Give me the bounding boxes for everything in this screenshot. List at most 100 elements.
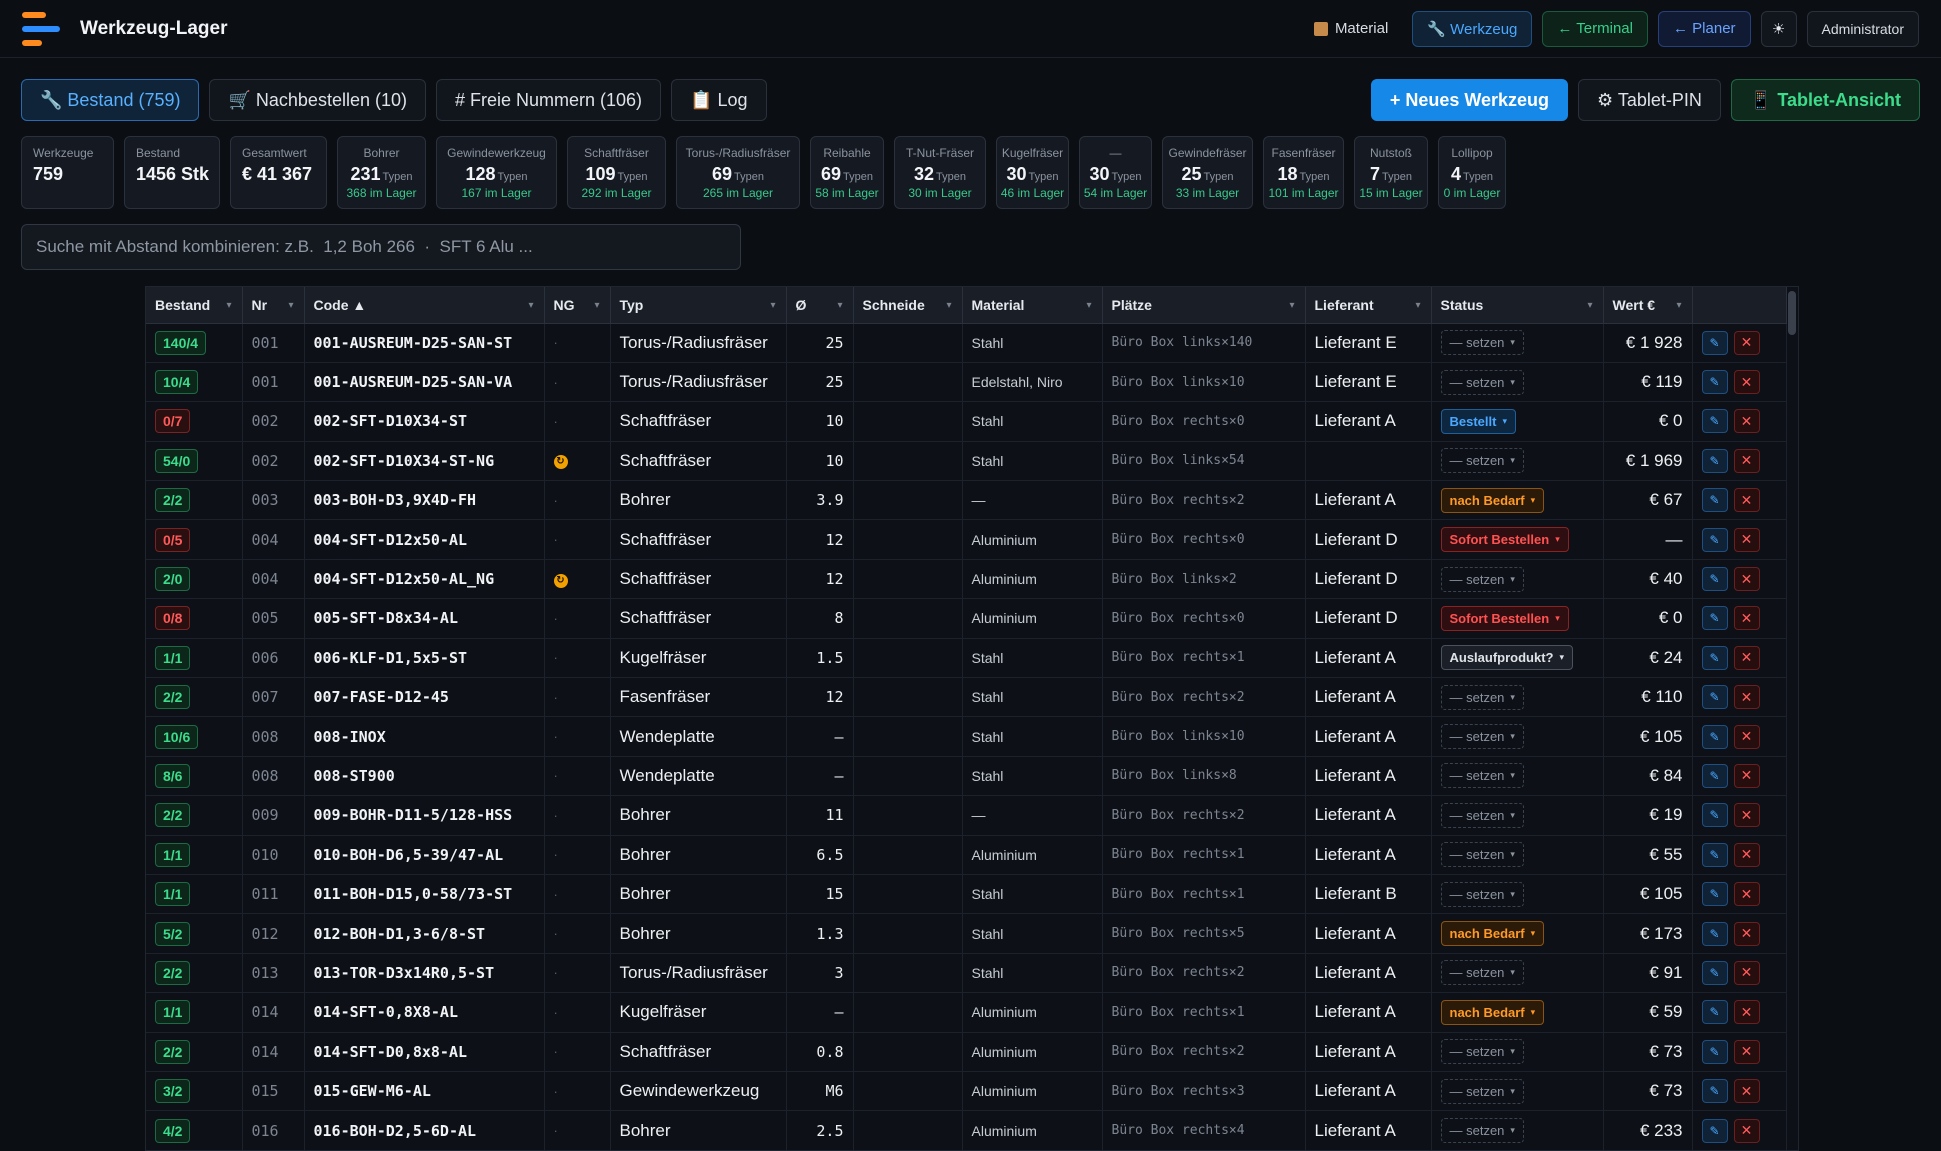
status-dropdown[interactable]: — setzen ▾ — [1440, 448, 1524, 474]
table-row[interactable]: 8/6 008 008-ST900 · Wendeplatte – Stahl Büro Bo… — [146, 756, 1787, 797]
stat-card[interactable]: Gewindefräser 25 Typen 33 im Lager — [1162, 136, 1253, 209]
table-row[interactable]: 1/1 011 011-BOH-D15,0-58/73-ST · Bohrer 15 Sta… — [146, 874, 1787, 915]
stat-card[interactable]: Torus-/Radiusfräser 69 Typen 265 im Lager — [676, 136, 800, 209]
stock-badge[interactable]: 3/2 — [155, 1079, 191, 1104]
status-dropdown[interactable]: Sofort Bestellen ▾ — [1440, 605, 1569, 631]
stock-badge[interactable]: 10/6 — [155, 724, 199, 749]
column-header[interactable]: Bestand ▾ — [146, 287, 243, 324]
status-dropdown[interactable]: — setzen ▾ — [1440, 1039, 1524, 1065]
column-header[interactable]: Schneide ▾ — [853, 287, 963, 324]
table-row[interactable]: 1/1 010 010-BOH-D6,5-39/47-AL · Bohrer 6.5 Alu… — [146, 835, 1787, 875]
table-row[interactable]: 2/2 014 014-SFT-D0,8x8-AL · Schaftfräser 0.8 A… — [146, 1032, 1787, 1072]
delete-button[interactable]: ✕ — [1733, 1039, 1760, 1064]
status-dropdown[interactable]: nach Bedarf ▾ — [1440, 999, 1545, 1025]
stock-badge[interactable]: 2/2 — [155, 685, 191, 710]
table-scrollbar[interactable] — [1788, 291, 1796, 335]
edit-button[interactable]: ✎ — [1701, 527, 1728, 552]
delete-button[interactable]: ✕ — [1733, 921, 1760, 946]
stock-badge[interactable]: 0/8 — [155, 606, 191, 631]
status-dropdown[interactable]: — setzen ▾ — [1440, 881, 1524, 907]
delete-button[interactable]: ✕ — [1733, 1000, 1760, 1025]
table-row[interactable]: 3/2 015 015-GEW-M6-AL · Gewindewerkzeug M6 Alu… — [146, 1071, 1787, 1112]
tab-nachbestellen[interactable]: 🛒 Nachbestellen (10) — [209, 79, 426, 121]
column-header[interactable] — [1692, 287, 1787, 324]
delete-button[interactable]: ✕ — [1733, 448, 1760, 473]
stock-badge[interactable]: 5/2 — [155, 921, 191, 946]
nav-planer-button[interactable]: ← Planer — [1658, 10, 1751, 47]
column-header[interactable]: Typ ▾ — [610, 287, 787, 324]
search-input[interactable] — [21, 224, 741, 270]
edit-button[interactable]: ✎ — [1701, 763, 1728, 788]
stat-card[interactable]: Nutstoß 7 Typen 15 im Lager — [1354, 136, 1428, 209]
edit-button[interactable]: ✎ — [1701, 1118, 1728, 1143]
table-row[interactable]: 2/2 013 013-TOR-D3x14R0,5-ST · Torus-/Radius… — [146, 953, 1787, 994]
status-dropdown[interactable]: — setzen ▾ — [1440, 724, 1524, 750]
table-row[interactable]: 5/2 012 012-BOH-D1,3-6/8-ST · Bohrer 1.3 Stahl… — [146, 913, 1787, 954]
column-header[interactable]: Material ▾ — [962, 287, 1103, 324]
column-header[interactable]: Ø ▾ — [786, 287, 854, 324]
edit-button[interactable]: ✎ — [1701, 1079, 1728, 1104]
stock-badge[interactable]: 0/5 — [155, 527, 191, 552]
user-menu-button[interactable]: Administrator — [1806, 10, 1919, 47]
stat-card[interactable]: Reibahle 69 Typen 58 im Lager — [810, 136, 884, 209]
new-tool-button[interactable]: + Neues Werkzeug — [1370, 79, 1569, 121]
stat-card[interactable]: Gewindewerkzeug 128 Typen 167 im Lager — [436, 136, 557, 209]
delete-button[interactable]: ✕ — [1733, 1118, 1760, 1143]
edit-button[interactable]: ✎ — [1701, 921, 1728, 946]
delete-button[interactable]: ✕ — [1733, 763, 1760, 788]
delete-button[interactable]: ✕ — [1733, 527, 1760, 552]
tab-bestand[interactable]: 🔧 Bestand (759) — [21, 79, 200, 121]
edit-button[interactable]: ✎ — [1701, 567, 1728, 592]
column-header[interactable]: NG ▾ — [544, 287, 611, 324]
column-header[interactable]: Code ▲ ▾ — [304, 287, 545, 324]
table-row[interactable]: 2/0 004 004-SFT-D12x50-AL_NG ↻ Schaftfräser 1… — [146, 559, 1787, 600]
stock-badge[interactable]: 2/2 — [155, 960, 191, 985]
stock-badge[interactable]: 1/1 — [155, 1000, 191, 1025]
stock-badge[interactable]: 8/6 — [155, 763, 191, 788]
edit-button[interactable]: ✎ — [1701, 685, 1728, 710]
delete-button[interactable]: ✕ — [1733, 567, 1760, 592]
nav-terminal-button[interactable]: ← Terminal — [1542, 10, 1648, 47]
status-dropdown[interactable]: — setzen ▾ — [1440, 960, 1524, 986]
column-header[interactable]: Nr ▾ — [242, 287, 305, 324]
table-row[interactable]: 2/2 009 009-BOHR-D11-5/128-HSS · Bohrer 11 — Bü… — [146, 795, 1787, 836]
stat-card[interactable]: Bohrer 231 Typen 368 im Lager — [337, 136, 426, 209]
delete-button[interactable]: ✕ — [1733, 685, 1760, 710]
edit-button[interactable]: ✎ — [1701, 803, 1728, 828]
stat-card[interactable]: Kugelfräser 30 Typen 46 im Lager — [996, 136, 1069, 209]
column-header[interactable]: Lieferant ▾ — [1305, 287, 1432, 324]
edit-button[interactable]: ✎ — [1701, 488, 1728, 513]
table-row[interactable]: 1/1 014 014-SFT-0,8X8-AL · Kugelfräser – Alumi… — [146, 992, 1787, 1033]
stat-card[interactable]: Lollipop 4 Typen 0 im Lager — [1438, 136, 1506, 209]
table-row[interactable]: 54/0 002 002-SFT-D10X34-ST-NG ↻ Schaftfräser… — [146, 441, 1787, 482]
tab-log[interactable]: 📋 Log — [671, 79, 767, 121]
edit-button[interactable]: ✎ — [1701, 882, 1728, 907]
edit-button[interactable]: ✎ — [1701, 606, 1728, 631]
status-dropdown[interactable]: nach Bedarf ▾ — [1440, 921, 1545, 947]
stock-badge[interactable]: 4/2 — [155, 1118, 191, 1143]
stock-badge[interactable]: 2/0 — [155, 567, 191, 592]
delete-button[interactable]: ✕ — [1733, 882, 1760, 907]
stock-badge[interactable]: 54/0 — [155, 448, 199, 473]
delete-button[interactable]: ✕ — [1733, 409, 1760, 434]
status-dropdown[interactable]: — setzen ▾ — [1440, 802, 1524, 828]
edit-button[interactable]: ✎ — [1701, 409, 1728, 434]
stock-badge[interactable]: 1/1 — [155, 645, 191, 670]
delete-button[interactable]: ✕ — [1733, 724, 1760, 749]
stock-badge[interactable]: 1/1 — [155, 882, 191, 907]
status-dropdown[interactable]: — setzen ▾ — [1440, 842, 1524, 868]
status-dropdown[interactable]: Auslaufprodukt? ▾ — [1440, 645, 1574, 671]
tablet-pin-button[interactable]: ⚙ Tablet-PIN — [1578, 79, 1721, 121]
stock-badge[interactable]: 2/2 — [155, 1039, 191, 1064]
edit-button[interactable]: ✎ — [1701, 645, 1728, 670]
delete-button[interactable]: ✕ — [1733, 960, 1760, 985]
table-row[interactable]: 0/7 002 002-SFT-D10X34-ST · Schaftfräser 10 St… — [146, 401, 1787, 442]
stock-badge[interactable]: 1/1 — [155, 842, 191, 867]
delete-button[interactable]: ✕ — [1733, 606, 1760, 631]
column-header[interactable]: Wert € ▾ — [1603, 287, 1693, 324]
table-row[interactable]: 10/6 008 008-INOX · Wendeplatte – Stahl Büro Bo… — [146, 716, 1787, 757]
table-row[interactable]: 1/1 006 006-KLF-D1,5x5-ST · Kugelfräser 1.5 St… — [146, 638, 1787, 679]
stat-card[interactable]: Schaftfräser 109 Typen 292 im Lager — [567, 136, 666, 209]
stock-badge[interactable]: 2/2 — [155, 803, 191, 828]
stat-card[interactable]: Fasenfräser 18 Typen 101 im Lager — [1263, 136, 1344, 209]
